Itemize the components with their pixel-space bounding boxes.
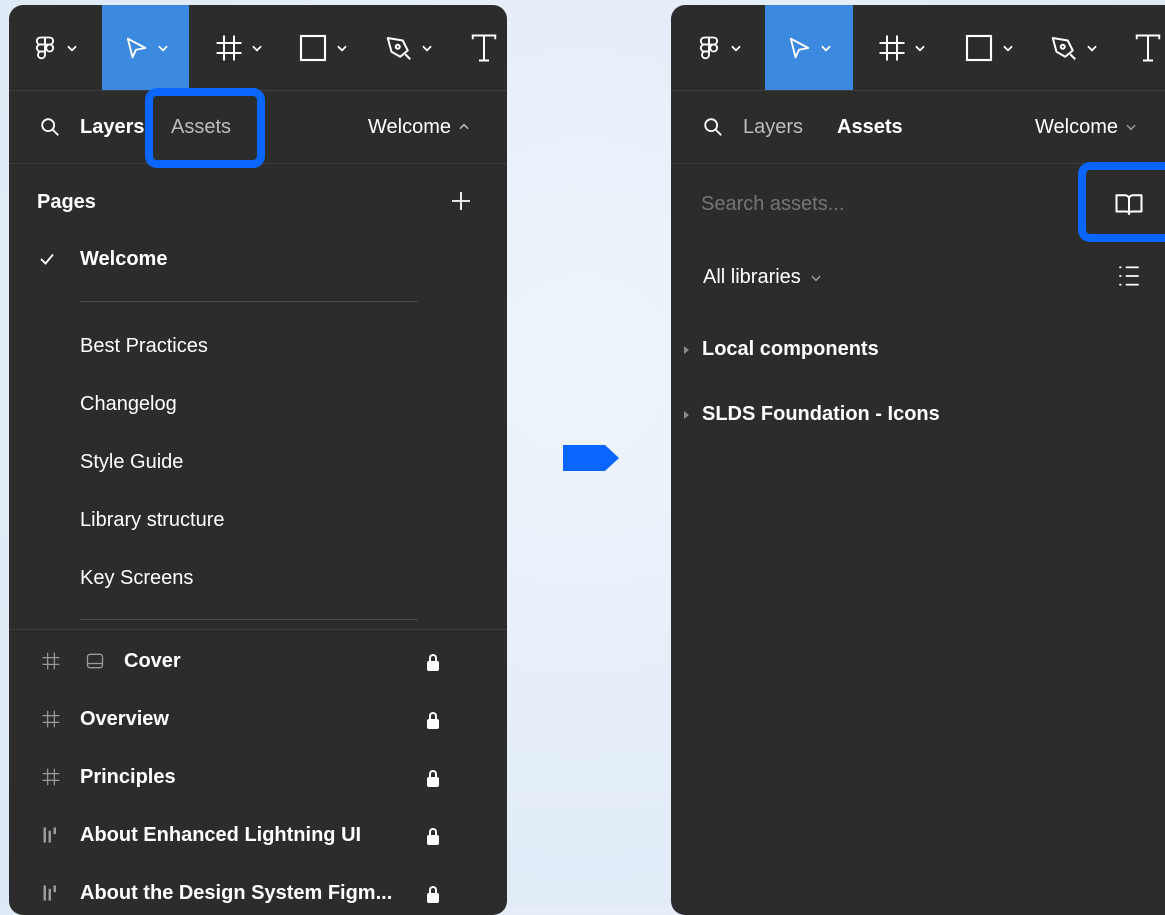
chevron-down-icon — [729, 41, 743, 55]
rectangle-tool-icon — [297, 32, 329, 64]
section-icon — [41, 825, 61, 845]
chevron-down-icon — [819, 41, 833, 55]
shape-tool-button[interactable] — [963, 5, 1015, 90]
divider — [80, 619, 418, 620]
frame-tool-button[interactable] — [214, 5, 264, 90]
figma-logo-icon — [31, 34, 59, 62]
figma-logo-icon — [695, 34, 723, 62]
chevron-down-icon — [913, 41, 927, 55]
chevron-down-icon — [65, 41, 79, 55]
add-page-icon[interactable] — [449, 189, 473, 213]
chevron-down-icon — [809, 271, 823, 285]
caret-right-icon — [681, 345, 691, 355]
search-icon — [702, 116, 724, 138]
text-tool-icon — [469, 33, 499, 63]
pen-tool-icon — [1049, 33, 1079, 63]
assets-tab-highlight — [145, 88, 265, 168]
list-view-icon[interactable] — [1116, 263, 1142, 289]
page-selector-label: Welcome — [1035, 115, 1118, 138]
slot-icon — [85, 651, 105, 671]
asset-group[interactable]: SLDS Foundation - Icons — [681, 403, 940, 426]
lock-icon[interactable] — [427, 712, 439, 729]
search-icon — [39, 116, 61, 138]
page-selector[interactable]: Welcome — [1035, 91, 1138, 163]
library-filter-dropdown[interactable]: All libraries — [703, 266, 823, 289]
tab-layers[interactable]: Layers — [80, 91, 145, 163]
pen-tool-button[interactable] — [1049, 5, 1099, 90]
page-item[interactable]: Key Screens — [80, 567, 193, 590]
frame-tool-icon — [877, 33, 907, 63]
search-button[interactable] — [702, 91, 724, 163]
tab-layers[interactable]: Layers — [743, 91, 803, 163]
move-tool-button[interactable] — [102, 5, 189, 90]
text-tool-button[interactable] — [469, 5, 499, 90]
lock-icon[interactable] — [427, 654, 439, 671]
arrow-right-icon — [563, 445, 619, 471]
asset-group[interactable]: Local components — [681, 338, 879, 361]
move-tool-icon — [122, 34, 150, 62]
layer-item[interactable]: Cover — [124, 650, 181, 673]
section-divider — [9, 629, 507, 630]
rectangle-tool-icon — [963, 32, 995, 64]
frame-icon — [41, 767, 61, 787]
caret-right-icon — [681, 410, 691, 420]
main-menu-button[interactable] — [31, 5, 79, 90]
text-tool-icon — [1133, 33, 1163, 63]
search-assets-input[interactable] — [701, 185, 1041, 223]
main-menu-button[interactable] — [695, 5, 743, 90]
page-selector[interactable]: Welcome — [368, 91, 471, 163]
page-item-current[interactable]: Welcome — [80, 248, 167, 271]
chevron-up-icon — [457, 120, 471, 134]
chevron-down-icon — [420, 41, 434, 55]
layer-item[interactable]: About the Design System Figm... — [80, 882, 392, 905]
layer-item[interactable]: Principles — [80, 766, 176, 789]
pen-tool-button[interactable] — [384, 5, 434, 90]
right-panel: Layers Assets Welcome All libraries Loca… — [671, 5, 1165, 915]
frame-tool-button[interactable] — [877, 5, 927, 90]
lock-icon[interactable] — [427, 886, 439, 903]
chevron-down-icon — [156, 41, 170, 55]
panel-tabs: Layers Assets Welcome — [671, 91, 1165, 164]
lock-icon[interactable] — [427, 828, 439, 845]
chevron-down-icon — [250, 41, 264, 55]
page-item[interactable]: Library structure — [80, 509, 225, 532]
frame-icon — [41, 709, 61, 729]
page-item[interactable]: Best Practices — [80, 335, 208, 358]
move-tool-icon — [785, 34, 813, 62]
tab-assets[interactable]: Assets — [837, 91, 903, 163]
section-icon — [41, 883, 61, 903]
move-tool-button[interactable] — [765, 5, 853, 90]
chevron-down-icon — [1124, 120, 1138, 134]
frame-icon — [41, 651, 61, 671]
asset-group-label: SLDS Foundation - Icons — [702, 403, 940, 425]
frame-tool-icon — [214, 33, 244, 63]
chevron-down-icon — [335, 41, 349, 55]
library-filter-label: All libraries — [703, 266, 801, 288]
page-item[interactable]: Style Guide — [80, 451, 183, 474]
pages-header: Pages — [37, 191, 96, 213]
chevron-down-icon — [1001, 41, 1015, 55]
asset-group-label: Local components — [702, 338, 879, 360]
check-icon — [38, 250, 56, 268]
layer-item[interactable]: Overview — [80, 708, 169, 731]
toolbar — [9, 5, 507, 91]
chevron-down-icon — [1085, 41, 1099, 55]
page-selector-label: Welcome — [368, 115, 451, 138]
toolbar — [671, 5, 1165, 91]
lock-icon[interactable] — [427, 770, 439, 787]
text-tool-button[interactable] — [1133, 5, 1163, 90]
layer-item[interactable]: About Enhanced Lightning UI — [80, 824, 361, 847]
pen-tool-icon — [384, 33, 414, 63]
search-button[interactable] — [39, 91, 61, 163]
shape-tool-button[interactable] — [297, 5, 349, 90]
page-item[interactable]: Changelog — [80, 393, 177, 416]
library-button-highlight — [1078, 162, 1165, 242]
divider — [80, 301, 418, 302]
